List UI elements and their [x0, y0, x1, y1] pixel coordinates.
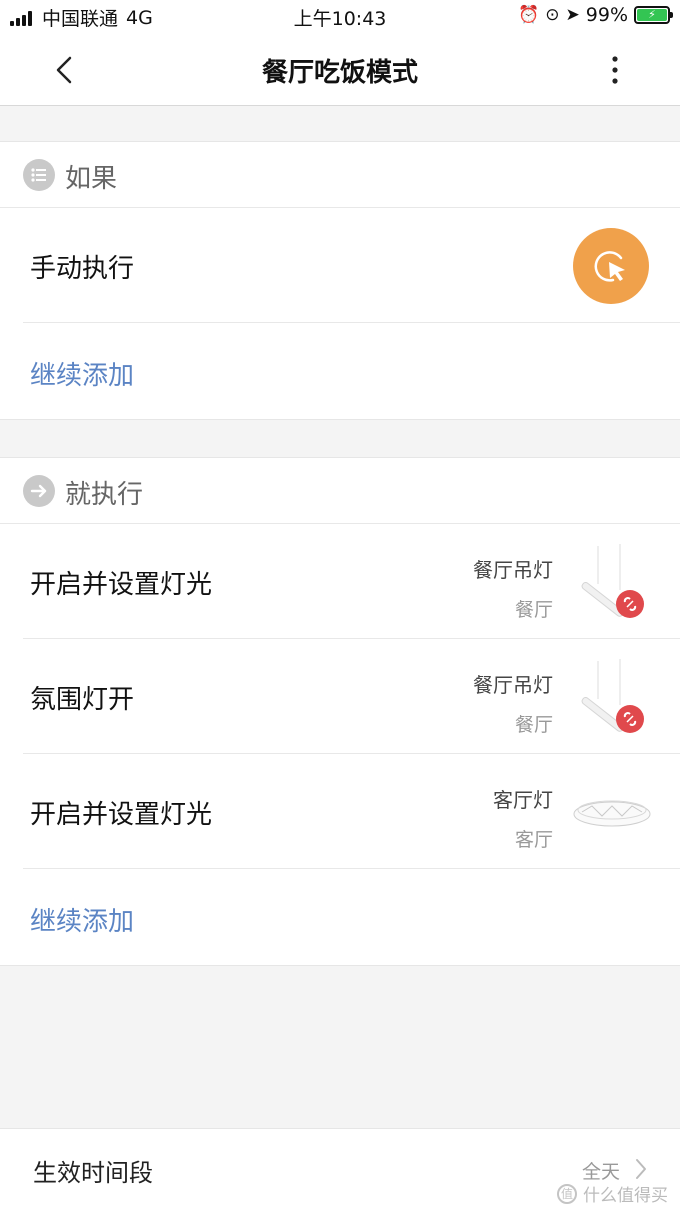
more-vertical-icon — [612, 56, 618, 84]
battery-icon: ⚡ — [634, 6, 673, 24]
effective-time-row[interactable]: 生效时间段 全天 值 什么值得买 — [0, 1128, 680, 1209]
effective-time-value: 全天 — [581, 1161, 620, 1183]
watermark-text: 什么值得买 — [583, 1186, 668, 1206]
effective-time-title: 生效时间段 — [33, 1159, 153, 1187]
action-row[interactable]: 氛围灯开 餐厅吊灯 餐厅 — [0, 639, 680, 754]
action-row[interactable]: 开启并设置灯光 餐厅吊灯 餐厅 — [0, 524, 680, 639]
action-device: 客厅灯 客厅 — [493, 784, 553, 852]
action-device: 餐厅吊灯 餐厅 — [473, 554, 553, 622]
status-bar: 中国联通 4G 上午10:43 ⏰ ⊙ ➤ 99% ⚡ — [0, 0, 680, 34]
then-section-label: 就执行 — [65, 480, 144, 510]
nav-bar: 餐厅吃饭模式 — [0, 34, 680, 106]
action-title: 开启并设置灯光 — [30, 800, 213, 830]
alarm-icon: ⏰ — [518, 5, 540, 25]
device-name: 餐厅吊灯 — [473, 673, 553, 697]
device-name: 餐厅吊灯 — [473, 558, 553, 582]
condition-title: 手动执行 — [30, 254, 135, 284]
action-device: 餐厅吊灯 餐厅 — [473, 669, 553, 737]
then-add-more-link[interactable]: 继续添加 — [30, 901, 134, 938]
action-title: 开启并设置灯光 — [30, 570, 213, 600]
action-title: 氛围灯开 — [30, 685, 135, 715]
if-add-more-link[interactable]: 继续添加 — [30, 355, 134, 392]
device-room: 客厅 — [514, 829, 553, 851]
then-section: 就执行 开启并设置灯光 餐厅吊灯 餐厅 氛围灯开 餐厅吊灯 餐厅 开启并设置灯光… — [0, 457, 680, 966]
then-section-header: 就执行 — [0, 458, 680, 524]
if-section-header: 如果 — [0, 142, 680, 208]
device-room: 餐厅 — [514, 599, 553, 621]
list-icon — [23, 159, 55, 191]
manual-run-button[interactable] — [573, 228, 649, 304]
cursor-click-icon — [594, 251, 625, 282]
device-room: 餐厅 — [514, 714, 553, 736]
if-section-label: 如果 — [65, 164, 118, 194]
device-name: 客厅灯 — [493, 788, 553, 812]
ceiling-lamp-image — [572, 774, 652, 854]
watermark: 值 什么值得买 — [557, 1181, 668, 1206]
condition-row[interactable]: 手动执行 — [0, 208, 680, 323]
more-button[interactable] — [600, 52, 630, 88]
arrow-right-icon — [23, 475, 55, 507]
action-row[interactable]: 开启并设置灯光 客厅灯 客厅 — [0, 754, 680, 869]
location-icon: ➤ — [565, 5, 580, 25]
rotation-lock-icon: ⊙ — [545, 5, 560, 25]
pendant-lamp-image — [572, 659, 652, 739]
page-title: 餐厅吃饭模式 — [261, 58, 418, 88]
watermark-logo-icon: 值 — [557, 1183, 577, 1204]
chevron-right-icon — [636, 1159, 646, 1179]
if-section: 如果 手动执行 继续添加 — [0, 141, 680, 420]
pendant-lamp-image — [572, 544, 652, 624]
battery-percent: 99% — [585, 4, 628, 26]
